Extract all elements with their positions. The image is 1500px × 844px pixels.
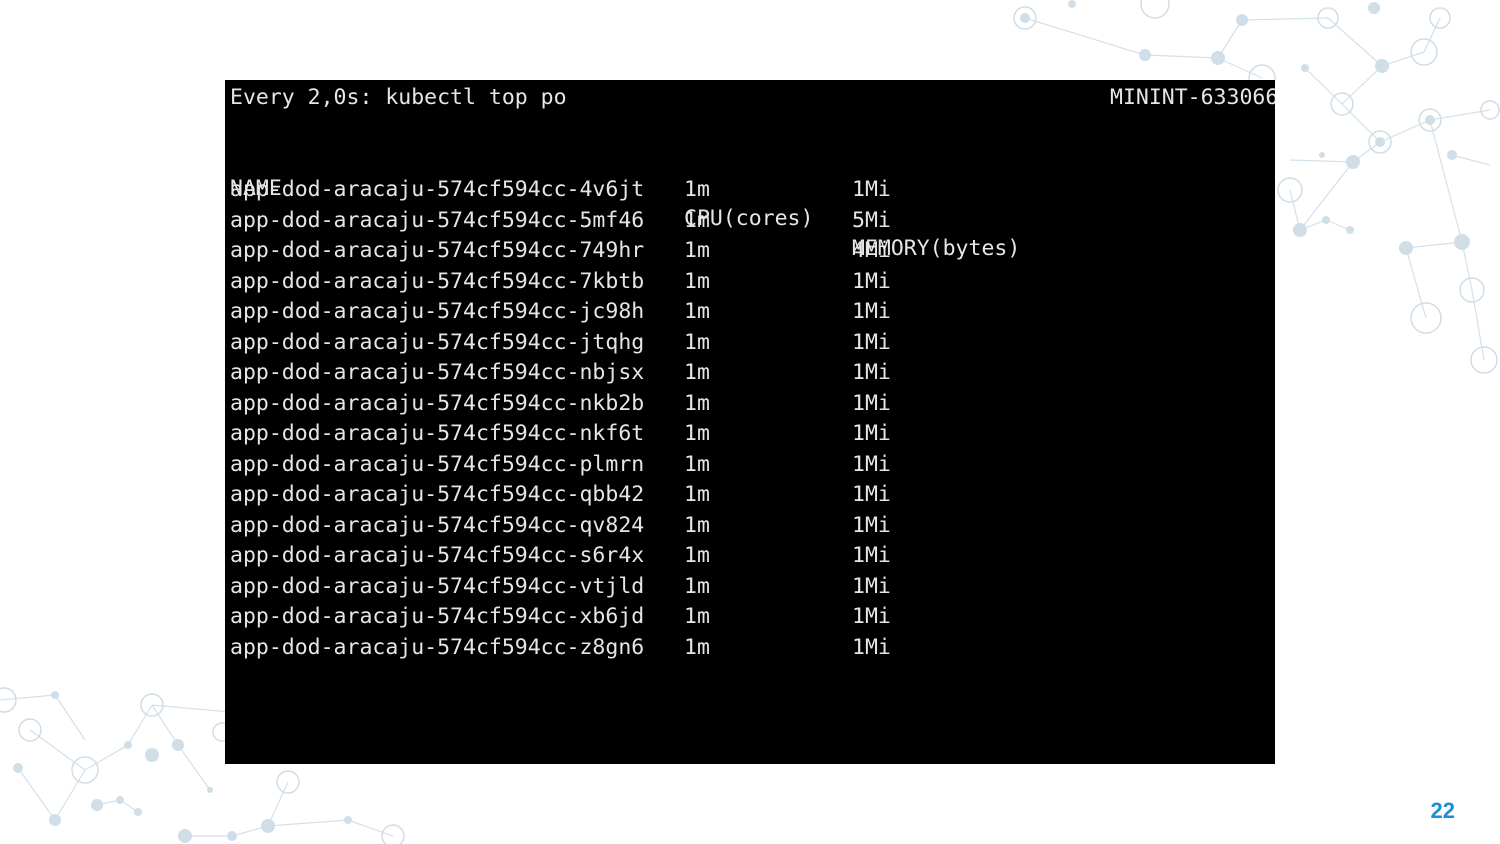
pod-memory: 1Mi [852,634,891,660]
pod-memory: 1Mi [852,390,891,416]
pod-name: app-dod-aracaju-574cf594cc-7kbtb [230,268,645,294]
pod-cpu: 1m [684,238,710,263]
table-row: app-dod-aracaju-574cf594cc-qv824 1m 1Mi [230,511,1270,541]
pod-memory: 1Mi [852,268,891,294]
pod-cpu: 1m [684,482,710,507]
table-row: app-dod-aracaju-574cf594cc-nbjsx 1m 1Mi [230,358,1270,388]
pod-name: app-dod-aracaju-574cf594cc-nkb2b [230,390,645,416]
table-row: app-dod-aracaju-574cf594cc-4v6jt 1m 1Mi [230,175,1270,205]
table-row: app-dod-aracaju-574cf594cc-7kbtb 1m 1Mi [230,267,1270,297]
table-row: app-dod-aracaju-574cf594cc-qbb42 1m 1Mi [230,480,1270,510]
pod-cpu: 1m [684,421,710,446]
pod-name: app-dod-aracaju-574cf594cc-qv824 [230,512,645,538]
pod-cpu: 1m [684,299,710,324]
table-row: app-dod-aracaju-574cf594cc-vtjld 1m 1Mi [230,572,1270,602]
pod-name: app-dod-aracaju-574cf594cc-5mf46 [230,207,645,233]
pod-memory: 1Mi [852,512,891,538]
pod-name: app-dod-aracaju-574cf594cc-z8gn6 [230,634,645,660]
pod-cpu: 1m [684,634,710,660]
pod-memory: 1Mi [852,329,891,355]
table-row: app-dod-aracaju-574cf594cc-nkb2b 1m 1Mi [230,389,1270,419]
table-row: app-dod-aracaju-574cf594cc-5mf46 1m 5Mi [230,206,1270,236]
pod-name: app-dod-aracaju-574cf594cc-749hr [230,238,645,263]
pod-cpu: 1m [684,360,710,385]
pod-name: app-dod-aracaju-574cf594cc-qbb42 [230,482,645,507]
pod-name: app-dod-aracaju-574cf594cc-nkf6t [230,421,645,446]
pod-name: app-dod-aracaju-574cf594cc-jc98h [230,299,645,324]
table-row: app-dod-aracaju-574cf594cc-z8gn6 1m 1Mi [230,633,1270,663]
pod-memory: 1Mi [852,299,891,324]
table-row: app-dod-aracaju-574cf594cc-jtqhg 1m 1Mi [230,328,1270,358]
table-row: app-dod-aracaju-574cf594cc-nkf6t 1m 1Mi [230,419,1270,449]
pod-cpu: 1m [684,512,710,538]
pod-cpu: 1m [684,543,710,568]
pod-cpu: 1m [684,207,710,233]
hostname: MININT-633066 [1110,85,1275,110]
pod-cpu: 1m [684,177,710,202]
table-row: app-dod-aracaju-574cf594cc-749hr 1m 4Mi [230,236,1270,266]
watch-command-line: Every 2,0s: kubectl top po [230,85,567,110]
pod-name: app-dod-aracaju-574cf594cc-plmrn [230,451,645,477]
table-header: NAME CPU(cores) MEMORY(bytes) [230,144,1270,261]
table-row: app-dod-aracaju-574cf594cc-plmrn 1m 1Mi [230,450,1270,480]
pod-memory: 4Mi [852,238,891,263]
pod-name: app-dod-aracaju-574cf594cc-vtjld [230,573,645,599]
page-number: 22 [1430,798,1455,823]
pod-memory: 5Mi [852,207,891,233]
table-row: app-dod-aracaju-574cf594cc-jc98h 1m 1Mi [230,297,1270,327]
pod-memory: 1Mi [852,177,891,202]
pod-memory: 1Mi [852,543,891,568]
pod-name: app-dod-aracaju-574cf594cc-xb6jd [230,604,645,629]
pod-memory: 1Mi [852,604,891,629]
pod-name: app-dod-aracaju-574cf594cc-jtqhg [230,329,645,355]
pod-memory: 1Mi [852,482,891,507]
pod-cpu: 1m [684,390,710,416]
pod-name: app-dod-aracaju-574cf594cc-s6r4x [230,543,645,568]
pod-memory: 1Mi [852,573,891,599]
pod-cpu: 1m [684,573,710,599]
pod-memory: 1Mi [852,421,891,446]
pod-name: app-dod-aracaju-574cf594cc-4v6jt [230,177,645,202]
table-row: app-dod-aracaju-574cf594cc-xb6jd 1m 1Mi [230,602,1270,632]
pod-cpu: 1m [684,604,710,629]
terminal-window[interactable]: Every 2,0s: kubectl top po MININT-633066… [225,80,1275,764]
pod-memory: 1Mi [852,360,891,385]
table-row: app-dod-aracaju-574cf594cc-s6r4x 1m 1Mi [230,541,1270,571]
pod-name: app-dod-aracaju-574cf594cc-nbjsx [230,360,645,385]
pod-memory: 1Mi [852,451,891,477]
pod-cpu: 1m [684,451,710,477]
pod-cpu: 1m [684,268,710,294]
pod-cpu: 1m [684,329,710,355]
